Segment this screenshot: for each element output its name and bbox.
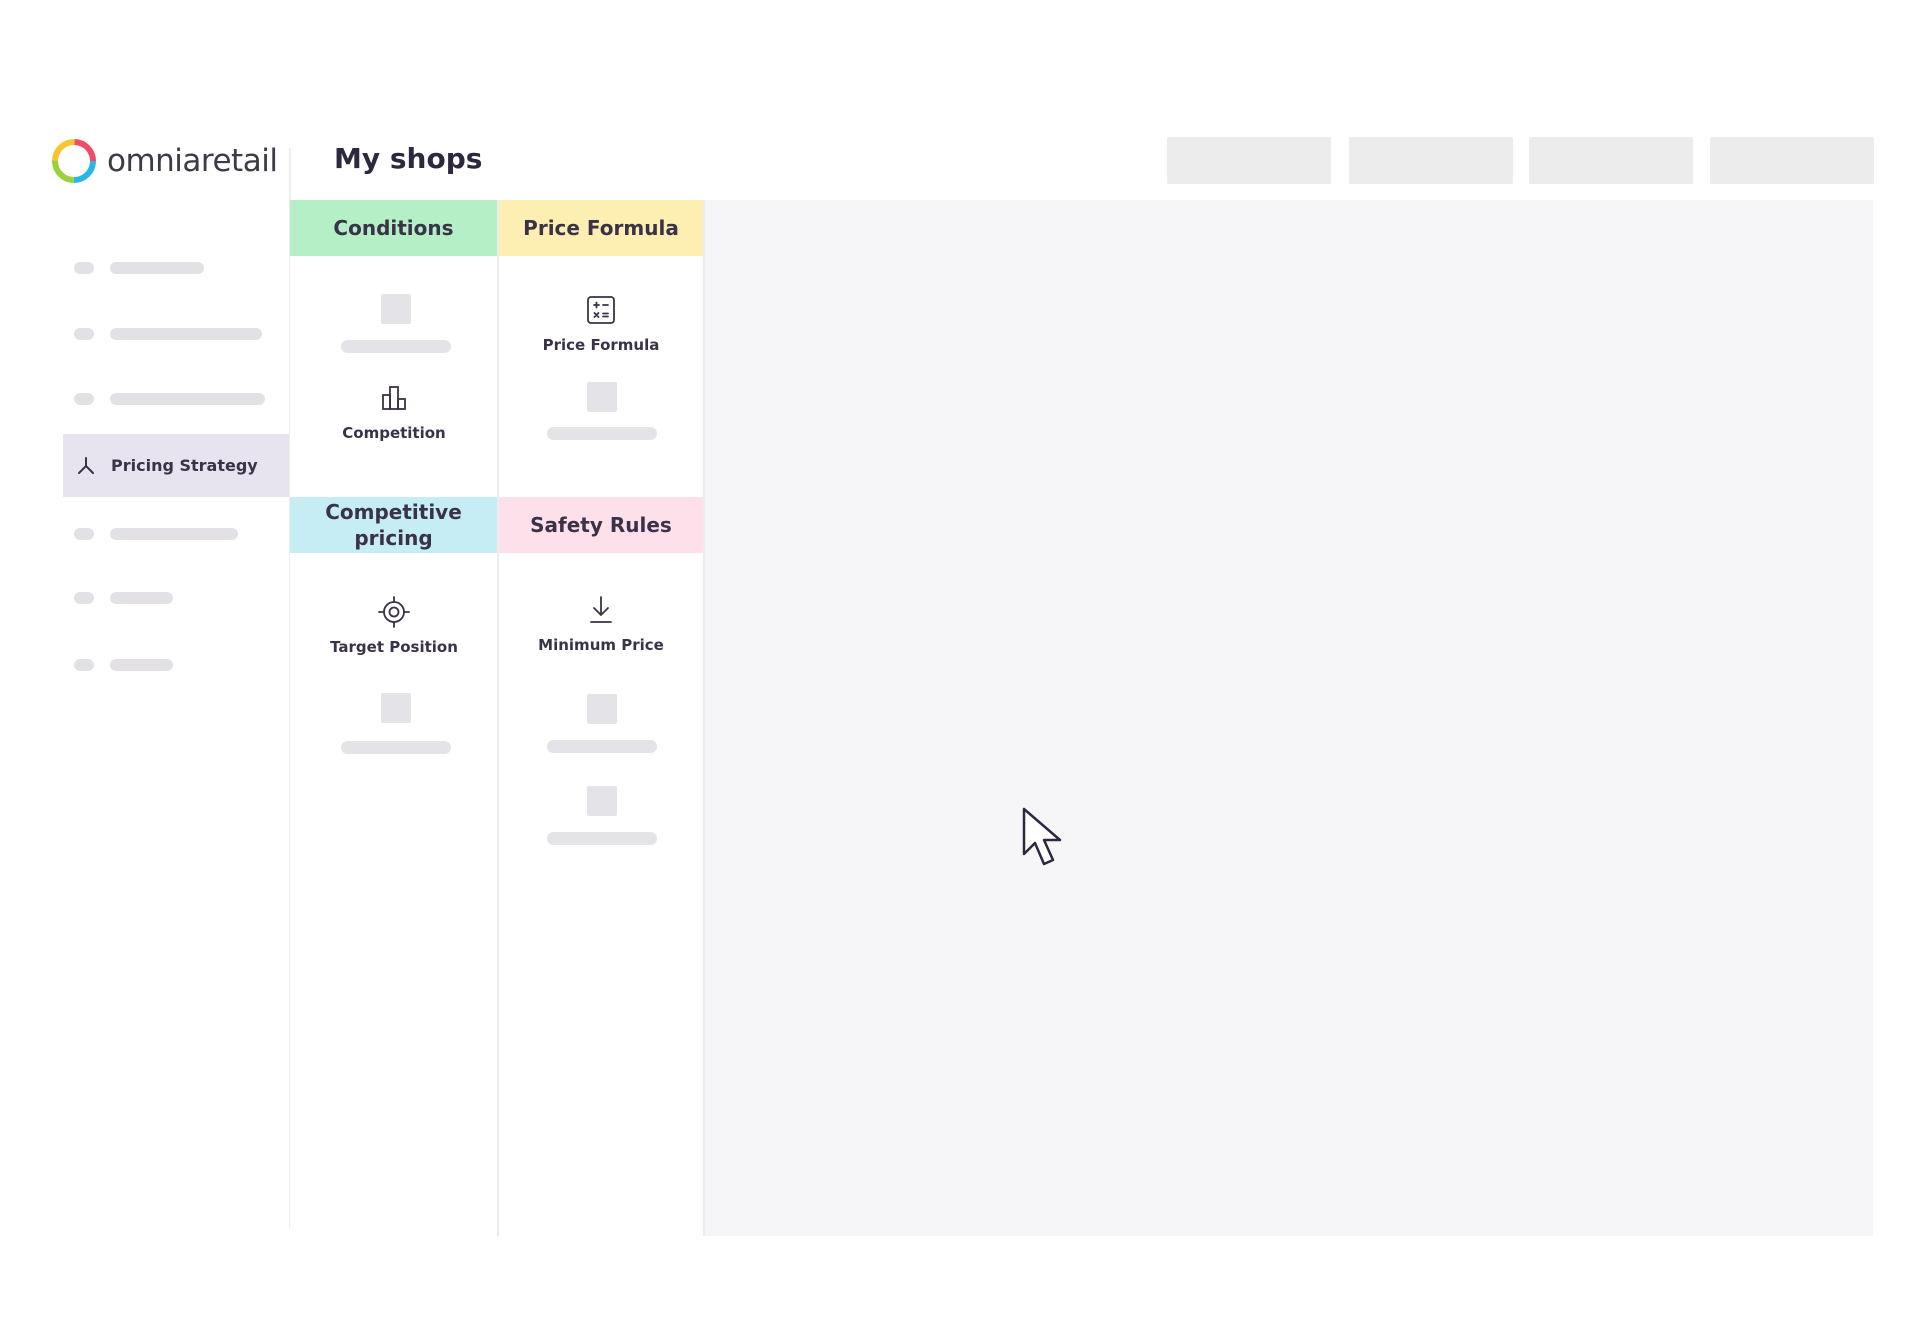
tool-placeholder-icon[interactable] — [587, 786, 617, 816]
column-divider — [497, 200, 499, 1236]
sidebar-item-1[interactable] — [74, 258, 204, 278]
sidebar-item-icon-placeholder — [74, 659, 94, 671]
sidebar-item-label-placeholder — [110, 393, 265, 405]
mouse-pointer-icon — [1022, 807, 1062, 866]
tool-placeholder-icon[interactable] — [381, 693, 411, 723]
tool-price-formula[interactable]: Price Formula — [506, 294, 696, 354]
sidebar-item-6[interactable] — [74, 588, 173, 608]
header-button-4[interactable] — [1710, 137, 1874, 184]
tool-competition[interactable]: Competition — [299, 382, 489, 442]
sidebar-item-2[interactable] — [74, 324, 262, 344]
branch-icon — [78, 456, 94, 474]
sidebar-item-3[interactable] — [74, 389, 265, 409]
header-button-2[interactable] — [1349, 137, 1513, 184]
sidebar-item-icon-placeholder — [74, 328, 94, 340]
page-title: My shops — [334, 142, 483, 175]
sidebar-item-7[interactable] — [74, 655, 173, 675]
sidebar-item-icon-placeholder — [74, 262, 94, 274]
bar-chart-icon — [382, 386, 406, 410]
section-competitive-pricing: Competitive pricing — [290, 497, 497, 553]
sidebar-item-label-placeholder — [110, 528, 238, 540]
tool-label: Target Position — [330, 638, 458, 656]
logo-wordmark: omniaretail — [107, 142, 278, 179]
tool-label: Minimum Price — [538, 636, 664, 654]
tool-placeholder-icon[interactable] — [381, 294, 411, 324]
tool-label: Competition — [342, 424, 446, 442]
sidebar-item-icon-placeholder — [74, 528, 94, 540]
logo-text-omnia: omnia — [107, 142, 201, 179]
section-price-formula: Price Formula — [499, 200, 703, 256]
tool-target-position[interactable]: Target Position — [299, 596, 489, 656]
section-conditions: Conditions — [290, 200, 497, 256]
tool-placeholder-icon[interactable] — [587, 694, 617, 724]
header-button-3[interactable] — [1529, 137, 1693, 184]
header-button-1[interactable] — [1167, 137, 1331, 184]
sidebar-item-icon-placeholder — [74, 592, 94, 604]
sidebar-item-label-placeholder — [110, 328, 262, 340]
sidebar-item-label-placeholder — [110, 592, 173, 604]
omniaretail-logo[interactable]: omniaretail — [49, 136, 278, 186]
tool-placeholder-label — [547, 832, 657, 845]
arrow-down-icon — [590, 596, 612, 623]
sidebar-item-5[interactable] — [74, 524, 238, 544]
sidebar-item-pricing-strategy[interactable]: Pricing Strategy — [63, 434, 289, 497]
target-icon — [378, 596, 410, 628]
tool-label: Price Formula — [542, 336, 660, 354]
tool-placeholder-label — [547, 427, 657, 440]
sidebar-item-label: Pricing Strategy — [111, 456, 258, 475]
sidebar-item-label-placeholder — [110, 262, 204, 274]
strategy-canvas[interactable] — [705, 200, 1873, 1236]
tool-placeholder-label — [341, 741, 451, 754]
section-safety-rules: Safety Rules — [499, 497, 703, 553]
omniaretail-logo-icon — [52, 139, 96, 183]
tool-placeholder-label — [547, 740, 657, 753]
sidebar-item-label-placeholder — [110, 659, 173, 671]
logo-text-retail: retail — [200, 142, 278, 179]
calculator-icon — [587, 296, 615, 324]
tool-placeholder-icon[interactable] — [587, 382, 617, 412]
tool-placeholder-label — [341, 340, 451, 353]
tool-minimum-price[interactable]: Minimum Price — [506, 594, 696, 654]
sidebar-item-icon-placeholder — [74, 393, 94, 405]
